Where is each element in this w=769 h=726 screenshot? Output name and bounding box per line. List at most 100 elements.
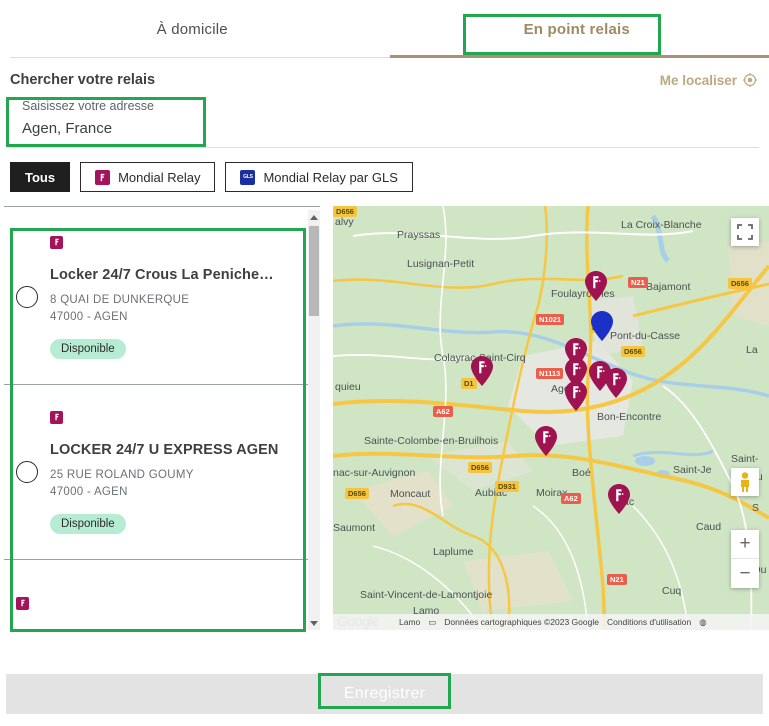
tab-en-point-relais[interactable]: En point relais: [384, 0, 769, 58]
map-place-label: Moncaut: [390, 488, 431, 500]
map-pin-relay[interactable]: [608, 484, 630, 514]
save-button[interactable]: Enregistrer: [6, 674, 763, 714]
relay-list-item[interactable]: [4, 560, 308, 630]
relay-status-badge-1: Disponible: [50, 513, 126, 534]
street-view-pegman-icon: [741, 472, 749, 492]
map-place-label: Saumont: [333, 522, 376, 534]
map-fullscreen-button[interactable]: [731, 218, 759, 246]
map-place-label: Bajamont: [646, 281, 691, 293]
map-place-label: Laplume: [433, 546, 474, 558]
gls-icon: GLS: [240, 169, 256, 185]
point-relais-delivery-page: À domicile En point relais Chercher votr…: [0, 0, 769, 726]
map-place-label: Bon-Encontre: [597, 411, 662, 423]
map-road-shield: N21: [628, 277, 648, 288]
map-road-shield: D656: [345, 488, 369, 499]
map-road-shield: A62: [433, 406, 453, 417]
mondial-relay-icon: [50, 410, 63, 424]
map-pin-relay[interactable]: [605, 368, 627, 398]
map-zoom-out-button[interactable]: −: [731, 559, 759, 588]
map-pin-relay[interactable]: [535, 426, 557, 456]
relay-status-badge-0: Disponible: [50, 338, 126, 359]
filter-chip-gls-label: Mondial Relay par GLS: [263, 169, 398, 185]
map-pin-selected[interactable]: [591, 311, 613, 341]
map-place-label: Saint-Je: [673, 464, 712, 476]
filter-chip-mondial-relay-label: Mondial Relay: [118, 169, 201, 185]
relay-content-area: Locker 24/7 Crous La Peniche… 8 QUAI DE …: [0, 206, 769, 630]
filter-chip-tous-label: Tous: [25, 169, 56, 185]
map-pin-relay[interactable]: [565, 381, 587, 411]
mondial-relay-icon: [16, 596, 29, 610]
map-place-label: alvy: [335, 216, 354, 228]
address-search-row: Saisissez votre adresse Agen, France: [10, 94, 759, 148]
filter-chip-mondial-relay-gls[interactable]: GLS Mondial Relay par GLS: [225, 162, 413, 192]
crosshair-icon: [743, 73, 757, 87]
map-place-label: Saint-Vincent-de-Lamontjoie: [360, 589, 493, 601]
map-place-label: quieu: [335, 381, 361, 393]
tab-en-point-relais-label: En point relais: [523, 20, 630, 38]
locate-me-label: Me localiser: [659, 72, 737, 88]
map-place-label: Cuq: [662, 585, 682, 597]
search-title: Chercher votre relais: [10, 72, 156, 88]
map-zoom-in-button[interactable]: +: [731, 530, 759, 559]
map-scale-label: Lamo: [399, 617, 421, 627]
street-view-pegman-button[interactable]: [731, 468, 759, 496]
map-place-label: S: [752, 502, 760, 514]
map-zoom-out-label: −: [739, 562, 751, 584]
map-place-label: Pont-du-Casse: [610, 330, 681, 342]
map-road-shield: N21: [607, 574, 627, 585]
map-place-label: Boé: [572, 467, 591, 479]
map-place-label: La Croix-Blanche: [621, 219, 702, 231]
relay-radio-0[interactable]: [16, 286, 38, 308]
relay-street-0: 8 QUAI DE DUNKERQUE: [50, 293, 190, 306]
relay-info-0: Locker 24/7 Crous La Peniche… 8 QUAI DE …: [50, 235, 298, 359]
filter-chip-mondial-relay[interactable]: Mondial Relay: [80, 162, 216, 192]
map-road-shield: N1021: [536, 314, 565, 325]
relay-list-item[interactable]: Locker 24/7 Crous La Peniche… 8 QUAI DE …: [4, 210, 308, 385]
map-pin-relay[interactable]: [585, 271, 607, 301]
filter-chip-tous[interactable]: Tous: [10, 162, 71, 192]
delivery-mode-tabs: À domicile En point relais: [0, 0, 769, 58]
map-zoom-in-label: +: [739, 533, 751, 554]
relay-info-1: LOCKER 24/7 U EXPRESS AGEN 25 RUE ROLAND…: [50, 410, 298, 534]
map-place-label: Sainte-Colombe-en-Bruilhois: [364, 435, 499, 447]
map-place-label: La: [746, 344, 758, 356]
address-input-wrapper[interactable]: Saisissez votre adresse Agen, France: [14, 94, 204, 140]
map-tiles: [333, 206, 769, 630]
relay-list-panel: Locker 24/7 Crous La Peniche… 8 QUAI DE …: [4, 210, 320, 630]
relay-list-scrollbar[interactable]: [308, 210, 320, 630]
relay-street-1: 25 RUE ROLAND GOUMY: [50, 468, 194, 481]
map-scale-icon: ▭: [428, 616, 437, 627]
scroll-up-arrow-icon[interactable]: [308, 210, 320, 224]
relay-city-1: 47000 - AGEN: [50, 485, 128, 498]
carrier-filter-chips: Tous Mondial Relay GLS Mondial Relay par…: [0, 148, 769, 192]
relay-name-1: LOCKER 24/7 U EXPRESS AGEN: [50, 441, 279, 458]
map-zoom-controls: + −: [731, 530, 759, 588]
list-top-divider: [4, 206, 320, 207]
relay-radio-1[interactable]: [16, 461, 38, 483]
tab-a-domicile[interactable]: À domicile: [0, 0, 385, 58]
relay-list-item[interactable]: LOCKER 24/7 U EXPRESS AGEN 25 RUE ROLAND…: [4, 385, 308, 560]
map-road-shield: D656: [728, 278, 752, 289]
relay-map[interactable]: alvy Prayssas La Croix-Blanche Lusignan-Pet…: [333, 206, 769, 630]
relay-city-0: 47000 - AGEN: [50, 310, 128, 323]
address-input[interactable]: Agen, France: [22, 118, 204, 140]
locate-me-button[interactable]: Me localiser: [660, 73, 757, 88]
map-road-shield: N1113: [536, 368, 564, 379]
scrollbar-thumb[interactable]: [309, 226, 319, 316]
save-button-label: Enregistrer: [343, 685, 426, 702]
relay-list[interactable]: Locker 24/7 Crous La Peniche… 8 QUAI DE …: [4, 210, 308, 630]
mondial-relay-icon: [50, 235, 63, 249]
address-input-label: Saisissez votre adresse: [22, 99, 155, 113]
map-pin-relay[interactable]: [471, 356, 493, 386]
map-place-label: Lusignan-Petit: [407, 258, 475, 270]
map-road-shield: D656: [333, 206, 357, 217]
scroll-down-arrow-icon[interactable]: [308, 616, 320, 630]
map-place-label: Caud: [696, 521, 722, 533]
map-terms-link[interactable]: Conditions d'utilisation: [607, 617, 691, 627]
map-place-label: Prayssas: [397, 229, 441, 241]
map-road-shield: D931: [495, 481, 519, 492]
report-icon[interactable]: ◍: [699, 617, 706, 628]
map-road-shield: D656: [621, 346, 645, 357]
mondial-relay-icon: [95, 169, 111, 185]
map-attribution-bar: Lamo ▭ Données cartographiques ©2023 Goo…: [333, 614, 769, 630]
